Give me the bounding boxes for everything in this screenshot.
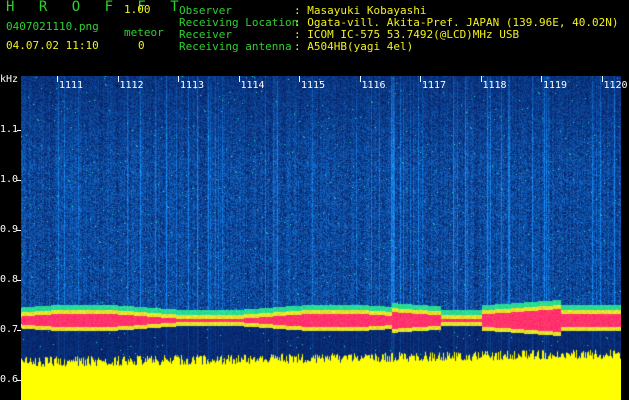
frequency-unit: kHz (0, 74, 19, 85)
spectrogram (21, 76, 621, 400)
antenna-label: Receiving antenna (179, 40, 292, 53)
minute-label: 1115 (301, 80, 326, 91)
minute-tick-mark (420, 76, 421, 82)
app-version: 1.00 (124, 3, 151, 16)
meteor-count: 0 (138, 39, 145, 52)
minute-tick-mark (299, 76, 300, 82)
file-datetime: 04.07.02 11:10 (6, 39, 99, 52)
app-title: H R O F F T (6, 0, 187, 15)
header-panel: H R O F F T 1.00 0407021110.png 04.07.02… (0, 0, 629, 76)
minute-label: 1119 (543, 80, 568, 91)
minute-label: 1117 (422, 80, 447, 91)
file-name: 0407021110.png (6, 20, 99, 33)
minute-label: 1111 (59, 80, 84, 91)
minute-tick-mark (238, 76, 240, 82)
minute-tick-mark (480, 76, 482, 82)
minute-tick-mark (359, 76, 361, 82)
minute-tick-mark (601, 76, 603, 82)
meteor-label: meteor (124, 26, 164, 39)
frequency-axis: kHz 1.1 1.0 0.9 0.8 0.7 0.6 (0, 74, 21, 400)
minute-label: 1116 (361, 80, 386, 91)
minute-label: 1118 (482, 80, 507, 91)
minute-label: 1112 (119, 80, 144, 91)
minute-tick-mark (57, 76, 58, 82)
minute-label: 1114 (240, 80, 265, 91)
minute-tick-mark (117, 76, 119, 82)
minute-label: 1120 (603, 80, 628, 91)
minute-tick-mark (541, 76, 542, 82)
minute-label: 1113 (180, 80, 205, 91)
minute-tick-mark (178, 76, 179, 82)
antenna-value: : A504HB(yagi 4el) (294, 40, 414, 53)
